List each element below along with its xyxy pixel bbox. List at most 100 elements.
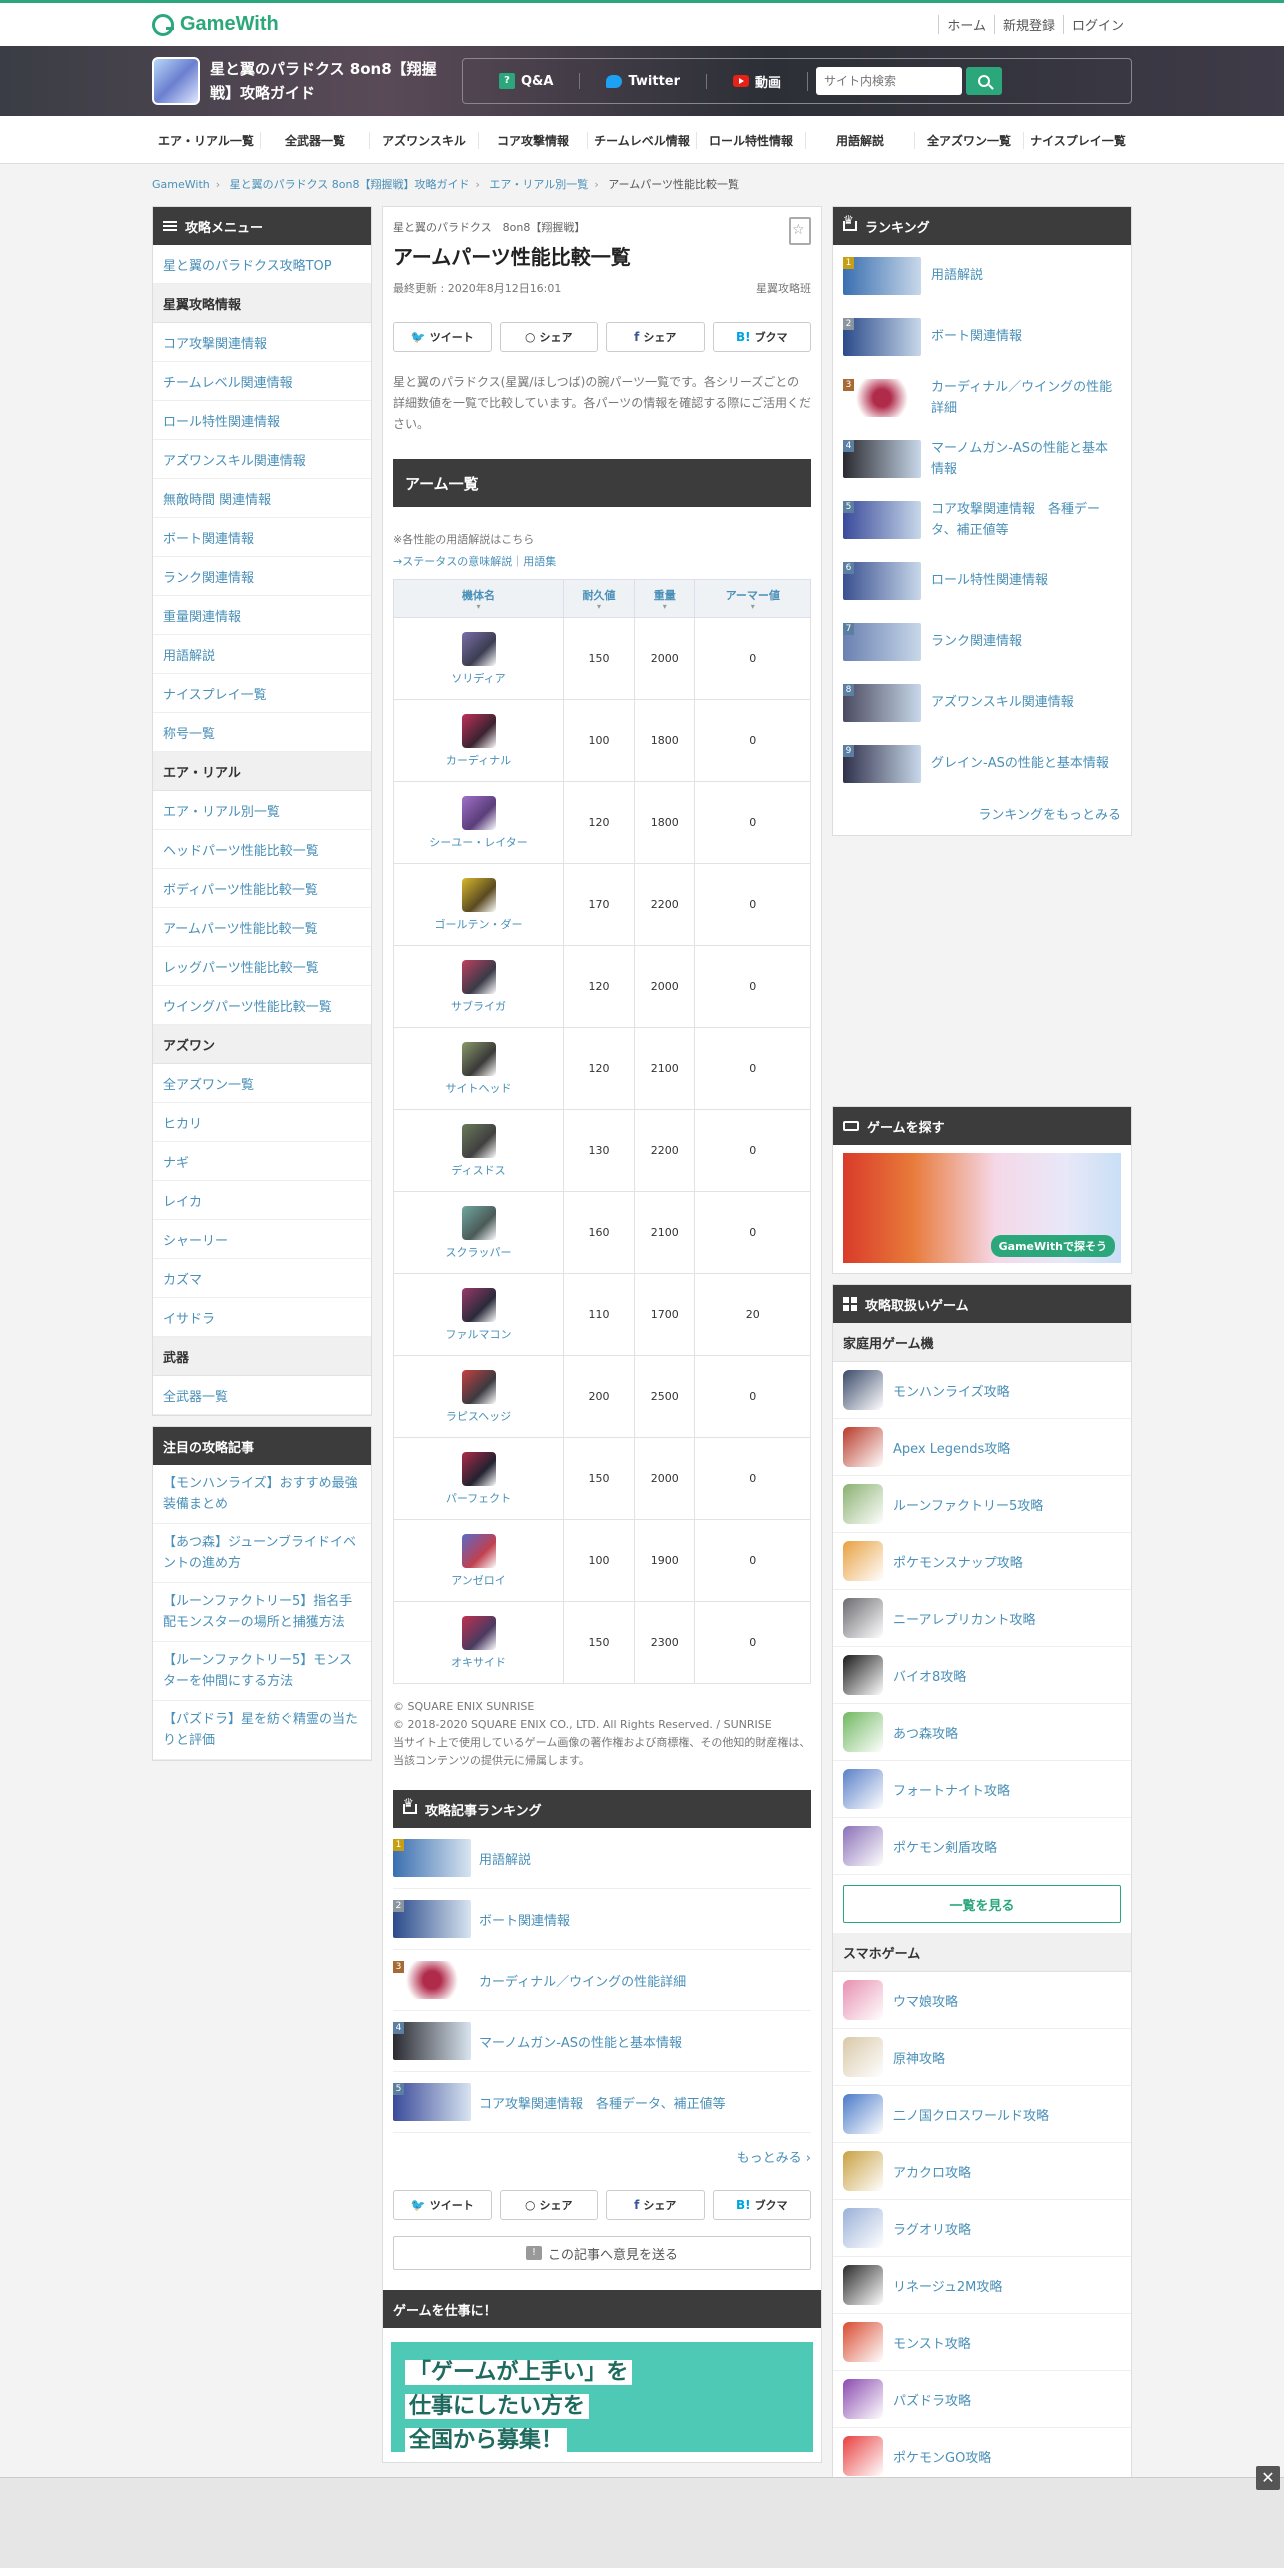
game-list-item[interactable]: リネージュ2M攻略 xyxy=(833,2257,1131,2314)
game-list-item[interactable]: ニーアレプリカント攻略 xyxy=(833,1590,1131,1647)
game-link[interactable]: Apex Legends攻略 xyxy=(893,1438,1010,1457)
game-link[interactable]: パズドラ攻略 xyxy=(893,2390,971,2409)
menu-item[interactable]: ナイスプレイ一覧 xyxy=(153,674,371,713)
login-link[interactable]: ログイン xyxy=(1062,15,1132,34)
category-nav-item[interactable]: 全アズワン一覧 xyxy=(915,131,1024,149)
menu-item[interactable]: 全アズワン一覧 xyxy=(153,1064,371,1103)
col-name-header[interactable]: 機体名 xyxy=(393,579,564,618)
game-list-item[interactable]: フォートナイト攻略 xyxy=(833,1761,1131,1818)
unit-cell[interactable]: シーユー・レイター xyxy=(393,781,564,864)
facebook-share-button[interactable]: f シェア xyxy=(606,322,705,352)
qa-button[interactable]: ? Q&A xyxy=(473,73,581,89)
game-list-item[interactable]: Apex Legends攻略 xyxy=(833,1419,1131,1476)
unit-name-link[interactable]: スクラッパー xyxy=(394,1244,563,1260)
unit-name-link[interactable]: ゴールテン・ダー xyxy=(394,916,563,932)
menu-item[interactable]: ナギ xyxy=(153,1142,371,1181)
ranking-item[interactable]: 3 カーディナル／ウイングの性能詳細 xyxy=(833,367,1131,428)
game-link[interactable]: ラグオリ攻略 xyxy=(893,2219,971,2238)
ranking-item[interactable]: 6 ロール特性関連情報 xyxy=(833,550,1131,611)
ranking-item[interactable]: 5 コア攻撃関連情報 各種データ、補正値等 xyxy=(833,489,1131,550)
ranking-link[interactable]: コア攻撃関連情報 各種データ、補正値等 xyxy=(931,499,1121,541)
game-list-item[interactable]: ルーンファクトリー5攻略 xyxy=(833,1476,1131,1533)
line-share-button[interactable]: ○ シェア xyxy=(499,322,598,352)
game-title[interactable]: 星と翼のパラドクス 8on8【翔握戦】攻略ガイド xyxy=(210,57,450,105)
ranking-link[interactable]: アズワンスキル関連情報 xyxy=(931,692,1074,713)
menu-item[interactable]: 全武器一覧 xyxy=(153,1376,371,1415)
ranking-link[interactable]: グレイン-ASの性能と基本情報 xyxy=(931,753,1109,774)
game-link[interactable]: モンスト攻略 xyxy=(893,2333,971,2352)
game-list-item[interactable]: ポケモンスナップ攻略 xyxy=(833,1533,1131,1590)
game-list-item[interactable]: ラグオリ攻略 xyxy=(833,2200,1131,2257)
tweet-button[interactable]: 🐦 ツイート xyxy=(393,322,492,352)
game-link[interactable]: あつ森攻略 xyxy=(893,1723,958,1742)
menu-item[interactable]: 用語解説 xyxy=(153,635,371,674)
game-list-item[interactable]: モンハンライズ攻略 xyxy=(833,1362,1131,1419)
promo-banner[interactable]: GameWithで探そう xyxy=(843,1153,1121,1263)
ranking-item[interactable]: 2 ボート関連情報 xyxy=(393,1889,811,1950)
menu-item[interactable]: 称号一覧 xyxy=(153,713,371,752)
ranking-more-link[interactable]: ランキングをもっとみる xyxy=(833,794,1131,835)
featured-article-link[interactable]: 【あつ森】ジューンブライドイベントの進め方 xyxy=(153,1524,371,1583)
unit-cell[interactable]: スクラッパー xyxy=(393,1191,564,1274)
game-list-item[interactable]: アカクロ攻略 xyxy=(833,2143,1131,2200)
menu-item[interactable]: レッグパーツ性能比較一覧 xyxy=(153,947,371,986)
register-link[interactable]: 新規登録 xyxy=(993,15,1063,34)
col-armor-header[interactable]: アーマー値 xyxy=(694,579,811,618)
category-nav-item[interactable]: コア攻撃情報 xyxy=(479,131,588,149)
line-share-button-bottom[interactable]: ○ シェア xyxy=(499,2190,598,2220)
close-icon[interactable]: ✕ xyxy=(1256,2466,1280,2490)
featured-article-link[interactable]: 【ルーンファクトリー5】モンスターを仲間にする方法 xyxy=(153,1642,371,1701)
menu-item[interactable]: 無敵時間 関連情報 xyxy=(153,479,371,518)
unit-name-link[interactable]: アンゼロイ xyxy=(394,1572,563,1588)
unit-name-link[interactable]: シーユー・レイター xyxy=(394,834,563,850)
glossary-link[interactable]: →ステータスの意味解説｜用語集 xyxy=(393,555,556,568)
feedback-button[interactable]: ! この記事へ意見を送る xyxy=(393,2236,811,2270)
col-weight-header[interactable]: 重量 xyxy=(633,579,696,618)
game-link[interactable]: バイオ8攻略 xyxy=(893,1666,966,1685)
game-link[interactable]: ポケモンスナップ攻略 xyxy=(893,1552,1023,1571)
tweet-button-bottom[interactable]: 🐦 ツイート xyxy=(393,2190,492,2220)
category-nav-item[interactable]: チームレベル情報 xyxy=(588,131,697,149)
ranking-item[interactable]: 9 グレイン-ASの性能と基本情報 xyxy=(833,733,1131,794)
unit-name-link[interactable]: パーフェクト xyxy=(394,1490,563,1506)
ranking-link[interactable]: マーノムガン-ASの性能と基本情報 xyxy=(479,2032,682,2051)
menu-item[interactable]: エア・リアル別一覧 xyxy=(153,791,371,830)
facebook-share-button-bottom[interactable]: f シェア xyxy=(606,2190,705,2220)
menu-item[interactable]: アームパーツ性能比較一覧 xyxy=(153,908,371,947)
game-link[interactable]: ウマ娘攻略 xyxy=(893,1991,958,2010)
unit-name-link[interactable]: サブライガ xyxy=(394,998,563,1014)
game-list-item[interactable]: ポケモン剣盾攻略 xyxy=(833,1818,1131,1875)
category-nav-item[interactable]: ロール特性情報 xyxy=(697,131,806,149)
ranking-item[interactable]: 4 マーノムガン-ASの性能と基本情報 xyxy=(833,428,1131,489)
unit-cell[interactable]: アンゼロイ xyxy=(393,1519,564,1602)
unit-name-link[interactable]: サイトヘッド xyxy=(394,1080,563,1096)
featured-article-link[interactable]: 【パズドラ】星を紡ぐ精霊の当たりと評価 xyxy=(153,1701,371,1760)
menu-item[interactable]: イサドラ xyxy=(153,1298,371,1337)
ranking-item[interactable]: 1 用語解説 xyxy=(833,245,1131,306)
category-nav-item[interactable]: アズワンスキル xyxy=(370,131,479,149)
game-icon[interactable] xyxy=(152,57,200,105)
ranking-link[interactable]: コア攻撃関連情報 各種データ、補正値等 xyxy=(479,2093,726,2112)
game-link[interactable]: ポケモンGO攻略 xyxy=(893,2447,991,2466)
ranking-link[interactable]: ボート関連情報 xyxy=(479,1910,570,1929)
game-list-item[interactable]: あつ森攻略 xyxy=(833,1704,1131,1761)
ranking-link[interactable]: マーノムガン-ASの性能と基本情報 xyxy=(931,438,1121,480)
gamewith-logo[interactable]: GameWith xyxy=(152,13,279,36)
game-list-item[interactable]: パズドラ攻略 xyxy=(833,2371,1131,2428)
game-link[interactable]: ポケモン剣盾攻略 xyxy=(893,1837,997,1856)
unit-cell[interactable]: パーフェクト xyxy=(393,1437,564,1520)
menu-item[interactable]: ヘッドパーツ性能比較一覧 xyxy=(153,830,371,869)
unit-name-link[interactable]: ラピスヘッジ xyxy=(394,1408,563,1424)
game-link[interactable]: アカクロ攻略 xyxy=(893,2162,971,2181)
unit-name-link[interactable]: ディスドス xyxy=(394,1162,563,1178)
ranking-link[interactable]: 用語解説 xyxy=(479,1849,531,1868)
category-nav-item[interactable]: 用語解説 xyxy=(806,131,915,149)
featured-article-link[interactable]: 【モンハンライズ】おすすめ最強装備まとめ xyxy=(153,1465,371,1524)
more-link[interactable]: もっとみる › xyxy=(393,2133,811,2180)
menu-item[interactable]: コア攻撃関連情報 xyxy=(153,323,371,362)
home-link[interactable]: ホーム xyxy=(938,15,994,34)
game-list-item[interactable]: バイオ8攻略 xyxy=(833,1647,1131,1704)
see-all-button[interactable]: 一覧を見る xyxy=(843,1885,1121,1923)
game-link[interactable]: リネージュ2M攻略 xyxy=(893,2276,1002,2295)
menu-item[interactable]: レイカ xyxy=(153,1181,371,1220)
